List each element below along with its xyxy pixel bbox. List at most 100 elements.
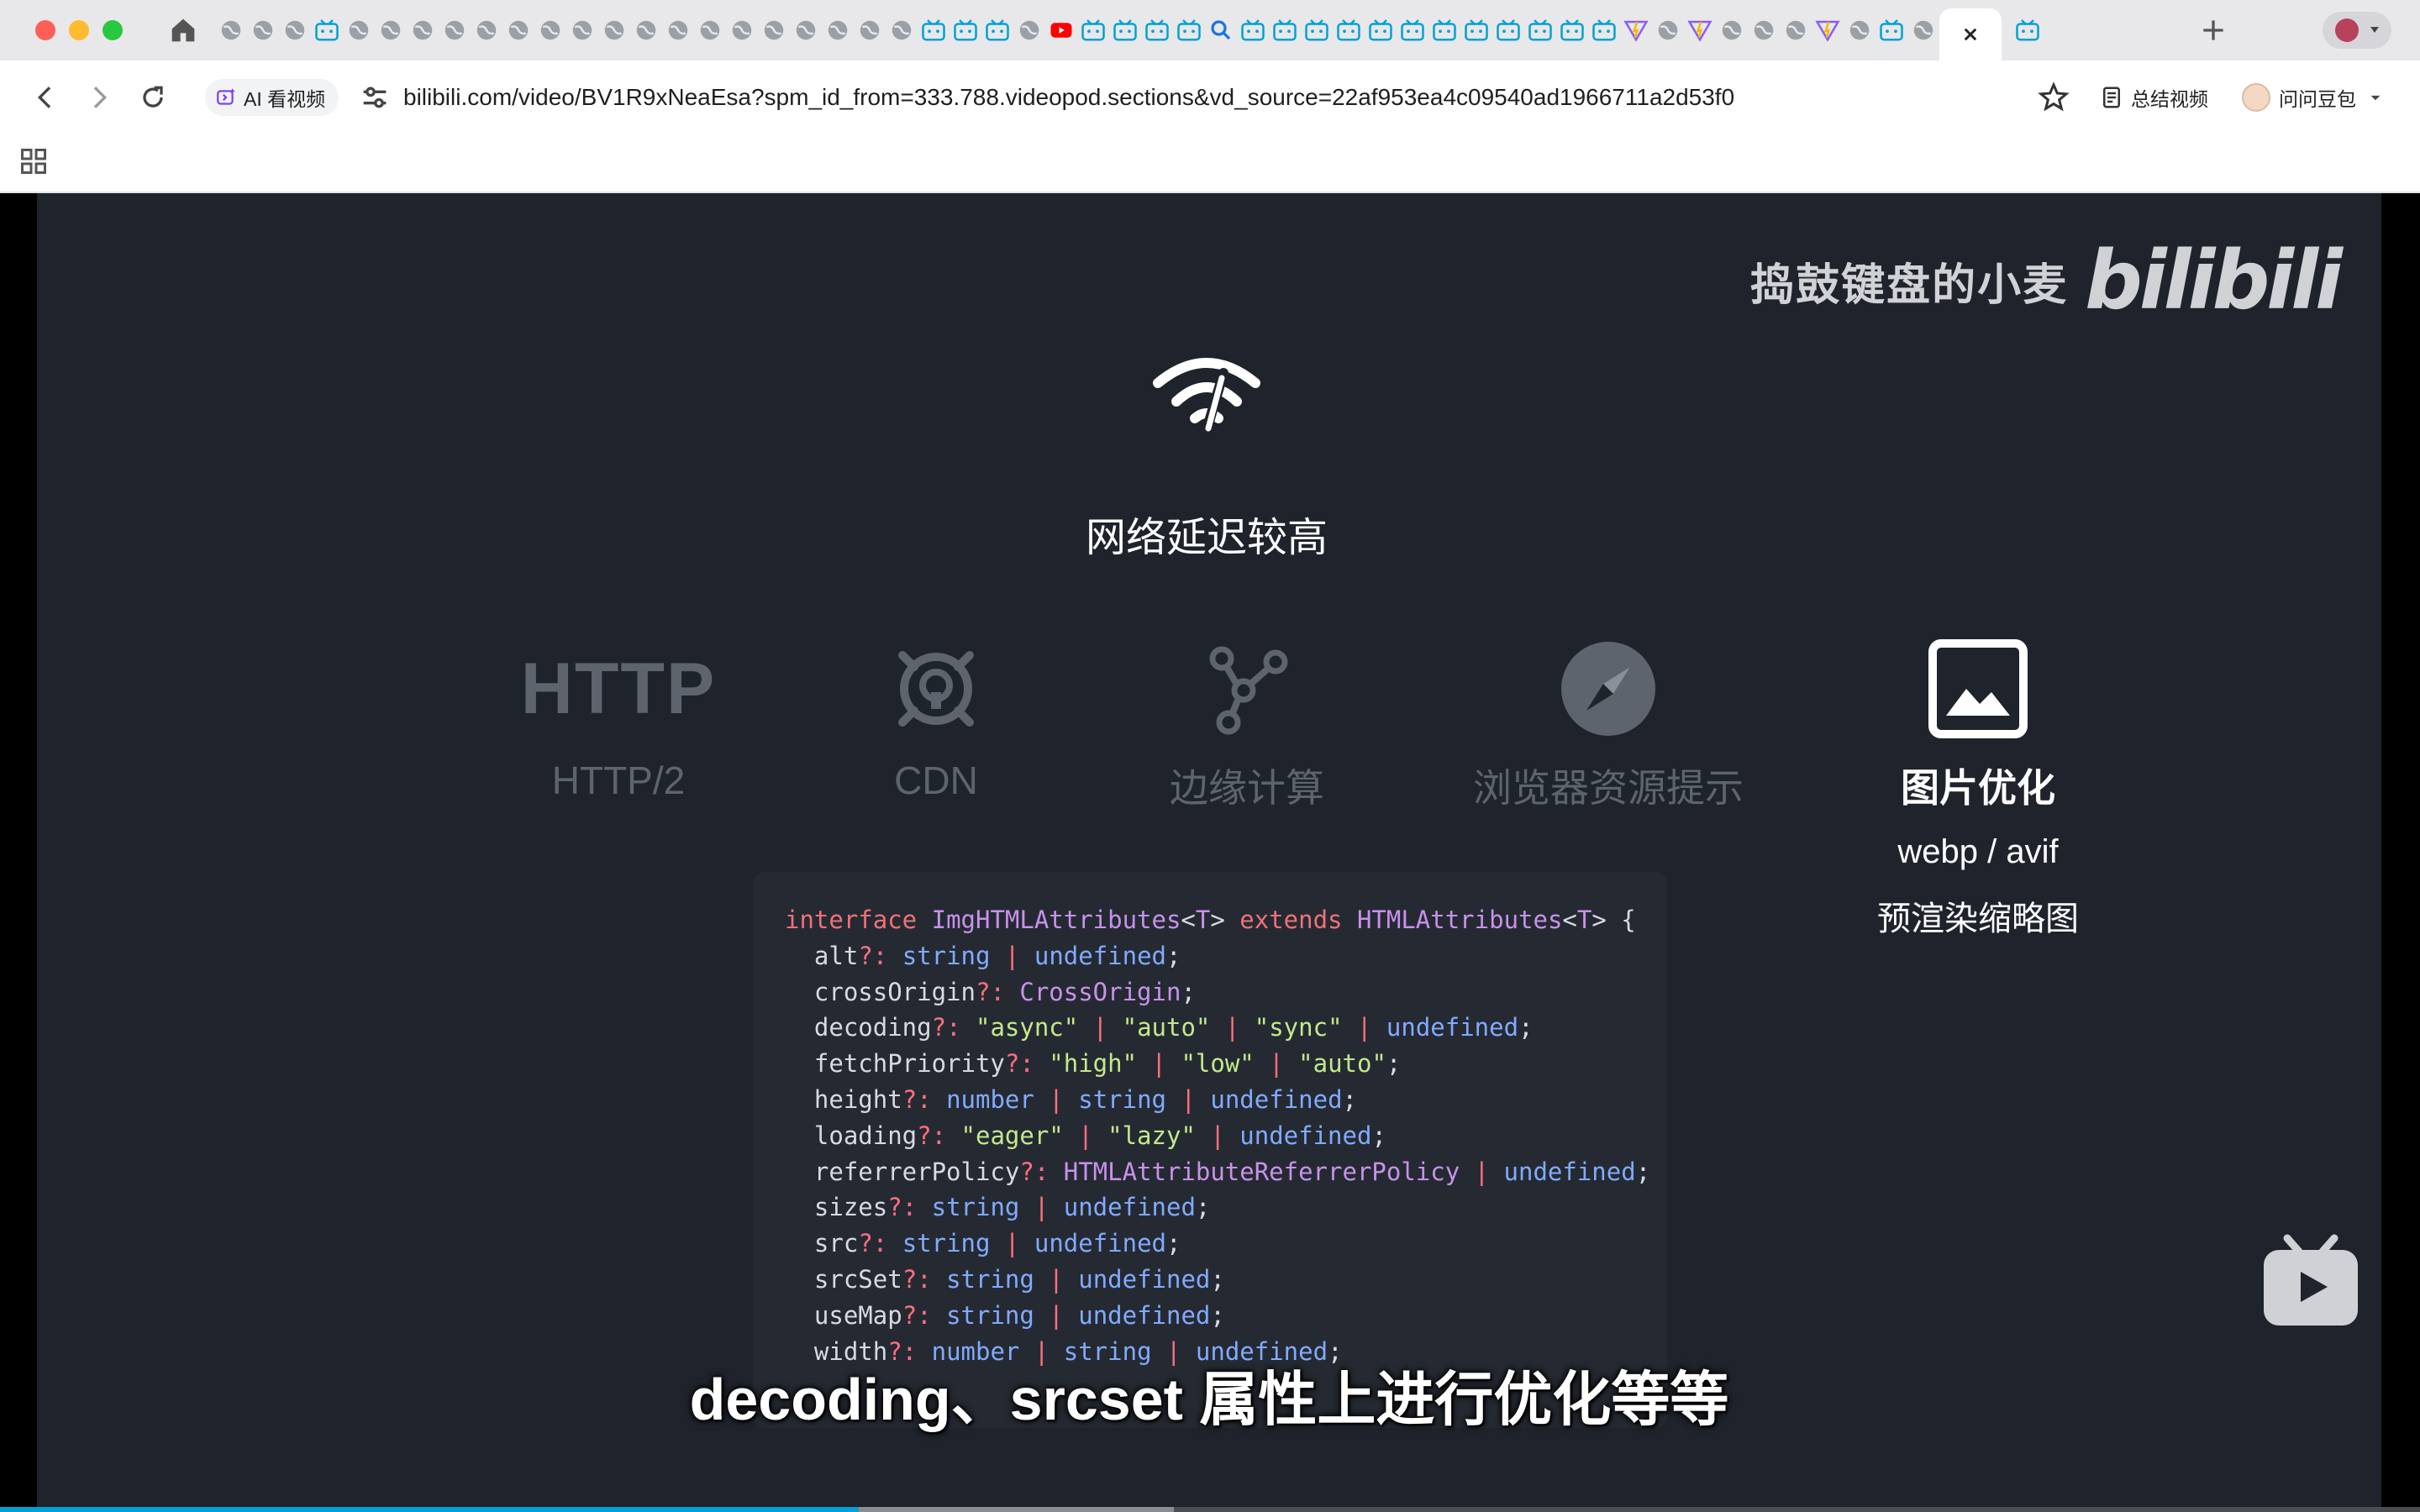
back-button[interactable] [29,81,62,114]
tab[interactable] [439,13,471,47]
progress-bar[interactable] [0,1507,2420,1512]
tab[interactable] [854,13,886,47]
code-token: "auto" [1298,1049,1386,1079]
tab[interactable] [1588,13,1620,47]
tab[interactable] [598,13,630,47]
url-text[interactable]: bilibili.com/video/BV1R9xNeaEsa?spm_id_f… [403,71,1734,124]
video-subtitle: decoding、srcset 属性上进行优化等等 [689,1367,1729,1432]
tab[interactable] [822,13,854,47]
summarize-video-button[interactable]: 总结视频 [2099,77,2208,118]
vite-icon [1623,20,1649,42]
tab[interactable] [1428,13,1460,47]
tab[interactable] [694,13,726,47]
tab[interactable] [279,13,311,47]
tab[interactable] [1684,13,1716,47]
home-button[interactable] [166,13,200,47]
tab[interactable] [407,13,439,47]
tab[interactable] [1524,13,1556,47]
address-bar[interactable]: AI 看视频 bilibili.com/video/BV1R9xNeaEsa?s… [197,71,2084,124]
code-line: crossOrigin?: CrossOrigin; [785,974,1635,1011]
reload-button[interactable] [136,81,170,114]
chevron-down-icon[interactable] [2365,87,2386,108]
tab[interactable] [343,13,375,47]
code-token: string [931,1193,1020,1222]
tab[interactable] [1492,13,1524,47]
tab[interactable] [1205,13,1237,47]
tab[interactable] [662,13,694,47]
bookmarks-bar [0,134,2420,193]
tab-active[interactable] [1939,8,2002,60]
tab[interactable] [1460,13,1492,47]
tab[interactable] [1269,13,1301,47]
tab[interactable] [311,13,343,47]
ai-video-chip[interactable]: AI 看视频 [205,79,339,116]
code-token: ; [1210,1300,1225,1330]
profile-menu-button[interactable] [2323,12,2391,49]
tab[interactable] [1237,13,1269,47]
tab[interactable] [1556,13,1588,47]
tab[interactable] [375,13,407,47]
tab[interactable] [471,13,502,47]
new-tab-button[interactable] [2196,13,2230,47]
forward-button[interactable] [82,81,116,114]
tab[interactable] [1365,13,1397,47]
window-maximize-button[interactable] [103,20,123,40]
tab[interactable] [1748,13,1780,47]
ai-chip-label: AI 看视频 [244,88,326,110]
window-close-button[interactable] [35,20,55,40]
tab[interactable] [1301,13,1333,47]
summarize-video-label: 总结视频 [2131,88,2208,110]
tab[interactable] [1812,13,1844,47]
tab[interactable] [918,13,950,47]
tab[interactable] [247,13,279,47]
bookmark-star-button[interactable] [2037,81,2070,114]
code-token: | [1063,1121,1108,1150]
code-token: HTMLAttributeReferrerPolicy [1063,1157,1460,1186]
globe-icon [1019,20,1039,40]
ask-doubao-button[interactable]: 问问豆包 [2242,74,2386,121]
tab[interactable] [1397,13,1428,47]
tab[interactable] [726,13,758,47]
apps-button[interactable] [18,146,49,176]
tab[interactable] [215,13,247,47]
tab[interactable] [502,13,534,47]
close-icon[interactable] [1958,22,1983,47]
tab[interactable] [1013,13,1045,47]
tab[interactable] [1173,13,1205,47]
tab[interactable] [1333,13,1365,47]
globe-icon [381,20,401,40]
tab[interactable] [1780,13,1812,47]
tab[interactable] [1652,13,1684,47]
code-token: ; [1210,1264,1225,1294]
tab[interactable] [1716,13,1748,47]
tab[interactable] [981,13,1013,47]
code-line: srcSet?: string | undefined; [785,1262,1635,1298]
tab[interactable] [790,13,822,47]
tab[interactable] [950,13,981,47]
tab[interactable] [566,13,598,47]
bilibili-tv-icon [1592,19,1616,41]
tab[interactable] [1141,13,1173,47]
tab[interactable] [1620,13,1652,47]
tab[interactable] [534,13,566,47]
bilibili-tv-icon [1465,19,1488,41]
doubao-avatar [2242,83,2270,112]
tab[interactable] [886,13,918,47]
tab[interactable] [1109,13,1141,47]
tab[interactable] [630,13,662,47]
site-settings-button[interactable] [358,81,392,114]
tab[interactable] [1844,13,1876,47]
video-player[interactable]: 捣鼓键盘的小麦 bilibili 网络延迟较高 HTTP HTTP/2 CDN [0,193,2420,1512]
globe-icon [349,20,369,40]
code-token: ?: [1004,1049,1050,1079]
http-text-icon: HTTP [520,648,717,729]
tab[interactable] [1907,13,1939,47]
tab[interactable] [1045,13,1077,47]
window-minimize-button[interactable] [69,20,89,40]
globe-icon [764,20,784,40]
tab[interactable] [758,13,790,47]
tab[interactable] [1077,13,1109,47]
tab[interactable] [2012,13,2044,47]
tab[interactable] [1876,13,1907,47]
code-token: alt [785,941,859,970]
